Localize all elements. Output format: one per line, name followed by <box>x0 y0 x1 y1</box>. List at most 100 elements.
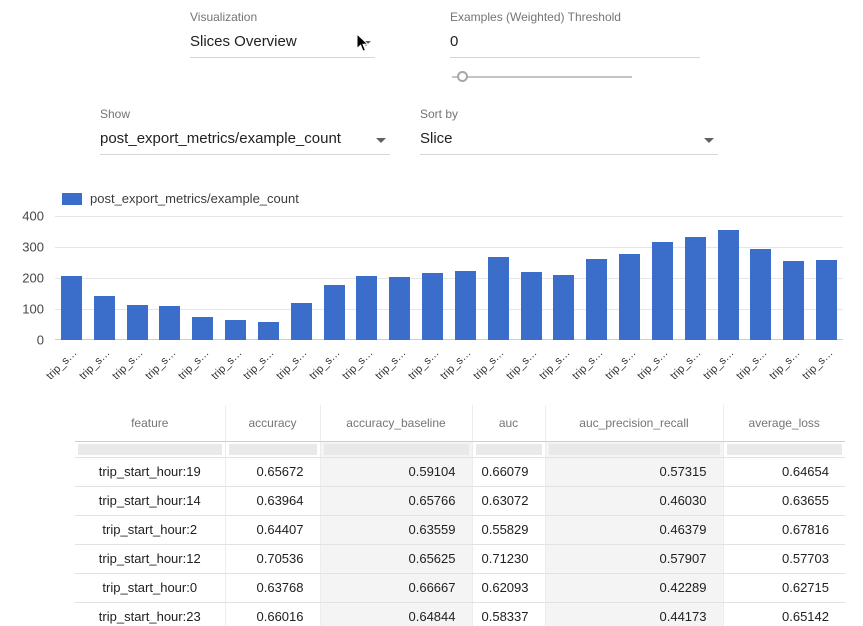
show-field: Show post_export_metrics/example_count <box>100 107 390 155</box>
chart-bar[interactable] <box>291 303 312 340</box>
metric-cell: 0.63072 <box>472 486 545 515</box>
chart-legend: post_export_metrics/example_count <box>62 191 299 206</box>
mouse-cursor-icon <box>356 33 370 53</box>
table-row: trip_start_hour:20.644070.635590.558290.… <box>75 515 845 544</box>
sort-by-dropdown[interactable]: Slice <box>420 126 718 155</box>
filter-input-auc_precision_recall[interactable] <box>549 444 720 455</box>
show-label: Show <box>100 107 390 121</box>
chart-bar[interactable] <box>488 257 509 340</box>
column-header-accuracy_baseline[interactable]: accuracy_baseline <box>320 405 472 441</box>
chart-bar[interactable] <box>750 249 771 340</box>
column-header-accuracy[interactable]: accuracy <box>225 405 320 441</box>
feature-cell: trip_start_hour:0 <box>75 573 225 602</box>
metric-cell: 0.59104 <box>320 457 472 486</box>
legend-label: post_export_metrics/example_count <box>90 191 299 206</box>
metric-cell: 0.66016 <box>225 602 320 626</box>
slider-thumb[interactable] <box>457 71 468 82</box>
filter-input-feature[interactable] <box>78 444 222 455</box>
filter-input-average_loss[interactable] <box>727 444 843 455</box>
metric-cell: 0.64654 <box>723 457 845 486</box>
threshold-label: Examples (Weighted) Threshold <box>450 10 700 24</box>
slicing-metrics-view: Visualization Slices Overview Examples (… <box>0 0 863 626</box>
feature-cell: trip_start_hour:12 <box>75 544 225 573</box>
y-tick-label: 100 <box>22 302 44 317</box>
chart-plot <box>55 216 843 340</box>
threshold-input[interactable]: 0 <box>450 29 700 58</box>
metric-cell: 0.42289 <box>545 573 723 602</box>
chart-bar[interactable] <box>586 259 607 340</box>
chart-bar[interactable] <box>324 285 345 340</box>
chart-bar[interactable] <box>521 272 542 341</box>
chart-bar[interactable] <box>783 261 804 340</box>
metric-cell: 0.66079 <box>472 457 545 486</box>
legend-swatch <box>62 193 82 205</box>
visualization-dropdown[interactable]: Slices Overview <box>190 29 375 58</box>
metrics-table: featureaccuracyaccuracy_baselineaucauc_p… <box>75 405 845 626</box>
slider-track[interactable] <box>452 76 632 78</box>
metric-cell: 0.44173 <box>545 602 723 626</box>
table-row: trip_start_hour:00.637680.666670.620930.… <box>75 573 845 602</box>
y-tick-label: 300 <box>22 240 44 255</box>
column-header-auc[interactable]: auc <box>472 405 545 441</box>
feature-cell: trip_start_hour:19 <box>75 457 225 486</box>
metric-cell: 0.65672 <box>225 457 320 486</box>
feature-cell: trip_start_hour:14 <box>75 486 225 515</box>
table-row: trip_start_hour:190.656720.591040.660790… <box>75 457 845 486</box>
metric-cell: 0.57703 <box>723 544 845 573</box>
metric-cell: 0.71230 <box>472 544 545 573</box>
metric-cell: 0.66667 <box>320 573 472 602</box>
chart-bar[interactable] <box>553 275 574 340</box>
filter-input-accuracy[interactable] <box>229 444 317 455</box>
metric-cell: 0.65142 <box>723 602 845 626</box>
chart-bar[interactable] <box>685 237 706 340</box>
x-axis-labels: trip_s…trip_s…trip_s…trip_s…trip_s…trip_… <box>55 344 843 396</box>
chart-bar[interactable] <box>61 276 82 340</box>
chart-bar[interactable] <box>718 230 739 340</box>
y-axis: 0100200300400 <box>0 216 48 340</box>
chart-bar[interactable] <box>455 271 476 340</box>
threshold-value: 0 <box>450 33 458 50</box>
column-header-average_loss[interactable]: average_loss <box>723 405 845 441</box>
metric-cell: 0.55829 <box>472 515 545 544</box>
filter-input-accuracy_baseline[interactable] <box>324 444 469 455</box>
metric-cell: 0.58337 <box>472 602 545 626</box>
metric-cell: 0.57315 <box>545 457 723 486</box>
metric-cell: 0.46030 <box>545 486 723 515</box>
chart-bar[interactable] <box>816 260 837 340</box>
chart-bar[interactable] <box>652 242 673 340</box>
chart-bar[interactable] <box>619 254 640 340</box>
chart-bar[interactable] <box>159 306 180 340</box>
visualization-field: Visualization Slices Overview <box>190 10 375 58</box>
column-header-auc_precision_recall[interactable]: auc_precision_recall <box>545 405 723 441</box>
threshold-field: Examples (Weighted) Threshold 0 <box>450 10 700 58</box>
chart-bar[interactable] <box>356 276 377 340</box>
filter-row <box>75 441 845 457</box>
chart-bar[interactable] <box>225 320 246 340</box>
metric-cell: 0.65625 <box>320 544 472 573</box>
metric-cell: 0.64407 <box>225 515 320 544</box>
show-dropdown[interactable]: post_export_metrics/example_count <box>100 126 390 155</box>
metric-cell: 0.70536 <box>225 544 320 573</box>
table-row: trip_start_hour:140.639640.657660.630720… <box>75 486 845 515</box>
sort-by-label: Sort by <box>420 107 718 121</box>
metric-cell: 0.63768 <box>225 573 320 602</box>
threshold-slider[interactable] <box>452 70 632 84</box>
chart-bar[interactable] <box>258 322 279 340</box>
sort-by-value: Slice <box>420 130 453 147</box>
show-value: post_export_metrics/example_count <box>100 130 341 147</box>
chart-bar[interactable] <box>94 296 115 340</box>
chart-bar[interactable] <box>192 317 213 340</box>
filter-input-auc[interactable] <box>476 444 542 455</box>
metric-cell: 0.57907 <box>545 544 723 573</box>
metric-cell: 0.63655 <box>723 486 845 515</box>
chart-bar[interactable] <box>127 305 148 340</box>
y-tick-label: 0 <box>37 333 44 348</box>
chart-bar[interactable] <box>389 277 410 340</box>
column-header-feature[interactable]: feature <box>75 405 225 441</box>
y-tick-label: 400 <box>22 209 44 224</box>
y-tick-label: 200 <box>22 271 44 286</box>
example-count-chart: post_export_metrics/example_count 0 100 20… <box>0 188 863 398</box>
table-row: trip_start_hour:230.660160.648440.583370… <box>75 602 845 626</box>
gridline <box>55 216 843 217</box>
chart-bar[interactable] <box>422 273 443 340</box>
